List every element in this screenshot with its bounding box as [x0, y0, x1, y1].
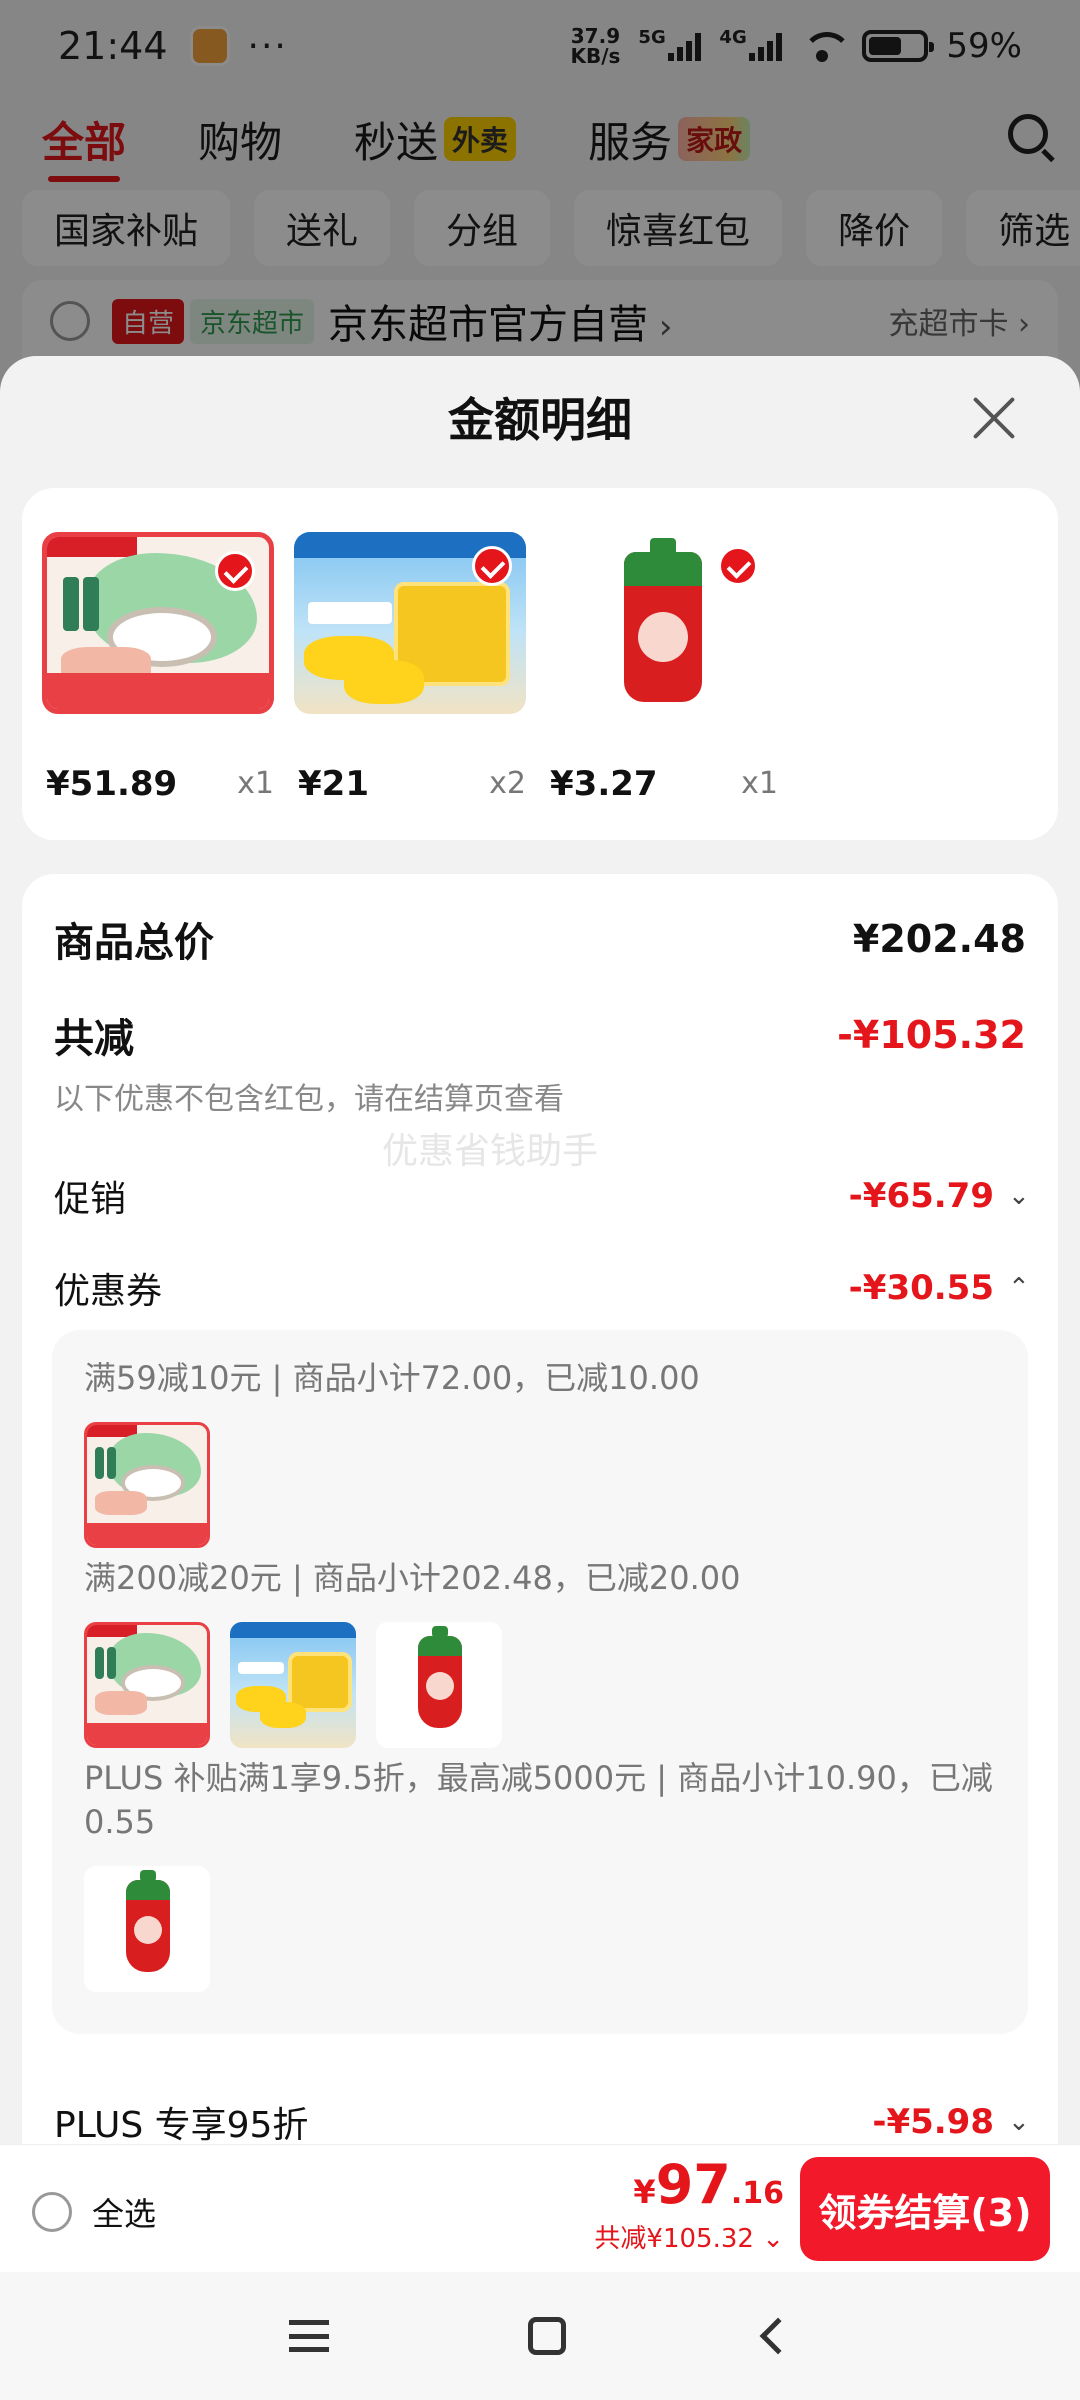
- summary-card: 商品总价 ¥202.48 共减 -¥105.32 以下优惠不包含红包，请在结算页…: [22, 874, 1058, 2272]
- total-saved: 共减¥105.32: [594, 2218, 784, 2255]
- back-icon[interactable]: [759, 2317, 797, 2355]
- reduce-note-row: 以下优惠不包含红包，请在结算页查看: [54, 1074, 1026, 1118]
- total-reduce-value: -¥105.32: [837, 1013, 1026, 1057]
- select-all-checkbox[interactable]: 全选: [32, 2189, 156, 2235]
- coupon-1-items: [84, 1422, 210, 1548]
- total-price-value: ¥202.48: [852, 917, 1026, 961]
- coupon-3-items: [84, 1866, 210, 1992]
- total-reduce-row: 共减 -¥105.32: [54, 1006, 1026, 1064]
- checkout-button[interactable]: 领券结算(3): [800, 2157, 1050, 2261]
- coupon-rule-1: 满59减10元 | 商品小计72.00，已减10.00: [84, 1359, 700, 1397]
- coupon-detail-box: 满59减10元 | 商品小计72.00，已减10.00 满200减20元 | 商…: [52, 1330, 1028, 2034]
- item-price: ¥51.89: [46, 764, 178, 804]
- promotion-row[interactable]: 促销 -¥65.79 ⌄: [54, 1170, 1030, 1222]
- items-card: ¥51.89 x1 ¥21 x2 ¥3.27 x1: [22, 488, 1058, 840]
- recent-apps-icon[interactable]: [289, 2320, 330, 2352]
- coupon-2-items: [84, 1622, 502, 1748]
- reduce-note: 以下优惠不包含红包，请在结算页查看: [54, 1082, 564, 1117]
- total-price-label: 商品总价: [54, 920, 214, 966]
- item-quantity: x2: [489, 766, 526, 801]
- home-icon[interactable]: [527, 2317, 566, 2355]
- checked-icon[interactable]: [472, 546, 512, 586]
- plus-discount-label: PLUS 专享95折: [54, 2105, 309, 2146]
- item-chicken[interactable]: ¥51.89 x1: [42, 532, 274, 832]
- coupon-label: 优惠券: [54, 1271, 163, 1312]
- amount-detail-sheet: 金额明细 ¥51.89 x1 ¥21 x2 ¥3.27 x1 商品总价 ¥202…: [0, 356, 1080, 2272]
- checkout-bar: 全选 ¥ 97 .16 共减¥105.32 领券结算(3): [0, 2144, 1080, 2272]
- chevron-down-icon: ⌄: [1008, 2107, 1030, 2137]
- item-price: ¥21: [298, 764, 369, 804]
- chicken-thumbnail: [84, 1622, 210, 1748]
- total-price-row: 商品总价 ¥202.48: [54, 910, 1026, 968]
- promotion-value: -¥65.79: [848, 1176, 994, 1216]
- plus-discount-row[interactable]: PLUS 专享95折 -¥5.98 ⌄: [54, 2096, 1030, 2148]
- chicken-product-image: [42, 532, 274, 714]
- select-all-circle-icon: [32, 2192, 72, 2232]
- coupon-value: -¥30.55: [848, 1268, 994, 1308]
- total-reduce-label: 共减: [54, 1016, 134, 1062]
- sheet-title: 金额明细: [448, 393, 632, 447]
- system-nav-bar: [0, 2272, 1080, 2400]
- chicken-thumbnail: [84, 1422, 210, 1548]
- ketchup-thumbnail: [84, 1866, 210, 1992]
- chevron-down-icon: ⌄: [1008, 1181, 1030, 1211]
- close-icon[interactable]: [970, 394, 1018, 442]
- corn-product-image: [294, 532, 526, 714]
- item-quantity: x1: [741, 766, 778, 801]
- ketchup-thumbnail: [376, 1622, 502, 1748]
- item-quantity: x1: [237, 766, 274, 801]
- ketchup-product-image: [546, 532, 778, 714]
- coupon-rule-3: PLUS 补贴满1享9.5折，最高减5000元 | 商品小计10.90，已减0.…: [84, 1759, 993, 1841]
- background-page: 21:44 ··· 37.9 KB/s 5G 4G 59% 全部 购物 秒送 外…: [0, 0, 1080, 400]
- plus-discount-value: -¥5.98: [872, 2102, 994, 2142]
- dim-overlay[interactable]: [0, 0, 1080, 400]
- select-all-label: 全选: [92, 2195, 157, 2233]
- watermark-text: 优惠省钱助手: [382, 1131, 599, 1172]
- coupon-row[interactable]: 优惠券 -¥30.55 ⌃: [54, 1262, 1030, 1314]
- total-amount[interactable]: ¥ 97 .16 共减¥105.32: [594, 2153, 784, 2255]
- item-price: ¥3.27: [550, 764, 658, 804]
- chevron-up-icon: ⌃: [1008, 1273, 1030, 1303]
- item-corn[interactable]: ¥21 x2: [294, 532, 526, 832]
- corn-thumbnail: [230, 1622, 356, 1748]
- checked-icon[interactable]: [215, 551, 255, 591]
- final-price: ¥ 97 .16: [633, 2153, 784, 2216]
- item-ketchup[interactable]: ¥3.27 x1: [546, 532, 778, 832]
- promotion-label: 促销: [54, 1179, 127, 1220]
- checked-icon[interactable]: [718, 546, 758, 586]
- coupon-rule-2: 满200减20元 | 商品小计202.48，已减20.00: [84, 1559, 741, 1597]
